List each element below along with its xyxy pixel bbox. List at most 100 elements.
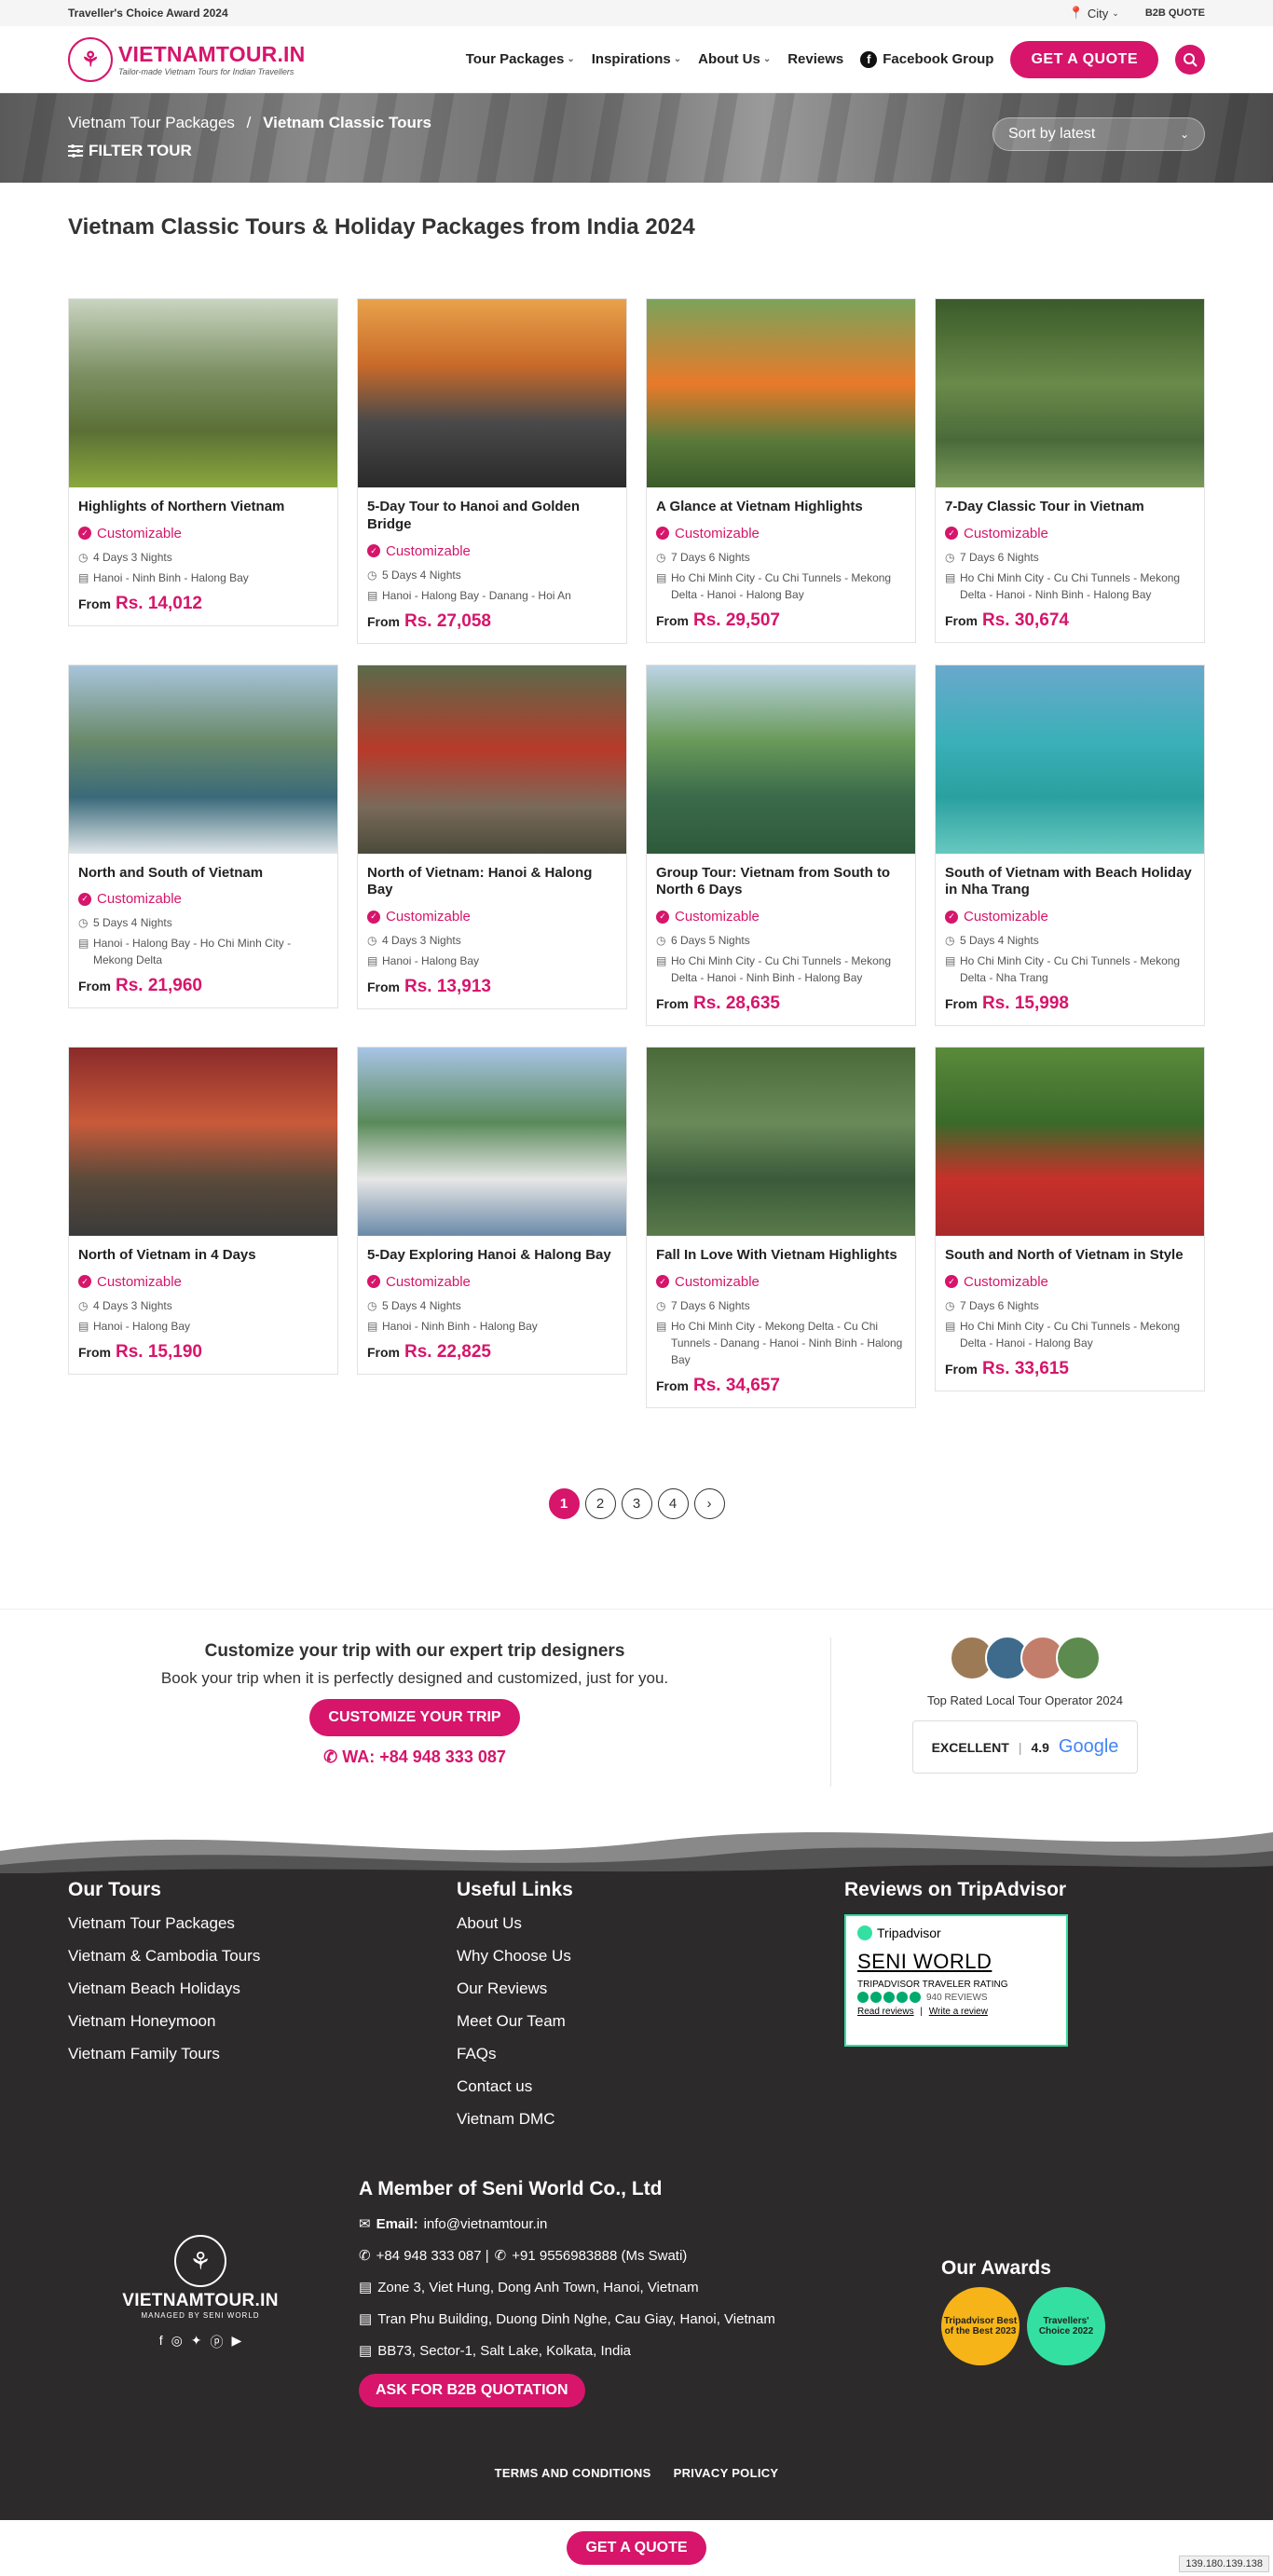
phone-link[interactable]: +84 948 333 087 | [376, 2248, 489, 2264]
email-link[interactable]: info@vietnamtour.in [424, 2216, 548, 2232]
instagram-icon[interactable]: ◎ [171, 2333, 183, 2351]
tour-image[interactable] [358, 299, 626, 487]
tour-image[interactable] [936, 1048, 1204, 1236]
tour-card[interactable]: 5-Day Exploring Hanoi & Halong Bay ✓ Cust… [357, 1047, 627, 1375]
tour-image[interactable] [69, 1048, 337, 1236]
footer-logo[interactable]: ⚘ VIETNAMTOUR.IN MANAGED BY SENI WORLD f… [107, 2235, 294, 2351]
tour-image[interactable] [647, 1048, 915, 1236]
tour-card[interactable]: Fall In Love With Vietnam Highlights ✓ Cu… [646, 1047, 916, 1408]
tour-name[interactable]: A Glance at Vietnam Highlights [656, 499, 906, 516]
footer-link[interactable]: Vietnam Honeymoon [68, 2012, 260, 2031]
tripadvisor-owl-icon [857, 1925, 872, 1940]
page-3-button[interactable]: 3 [621, 1488, 652, 1519]
nav-facebook-group[interactable]: f Facebook Group [860, 50, 993, 68]
google-logo: Google [1058, 1736, 1119, 1757]
sort-select[interactable]: Sort by latest ⌄ [992, 117, 1205, 151]
tour-card[interactable]: South of Vietnam with Beach Holiday in N… [935, 664, 1205, 1026]
tour-card[interactable]: Group Tour: Vietnam from South to North … [646, 664, 916, 1026]
google-rating-badge[interactable]: EXCELLENT | 4.9 Google [911, 1720, 1139, 1774]
tour-image[interactable] [358, 1048, 626, 1236]
social-links: f ◎ ✦ ⓟ ▶ [107, 2333, 294, 2351]
chevron-down-icon: ⌄ [1112, 7, 1119, 18]
read-reviews-link[interactable]: Read reviews [857, 2007, 914, 2017]
tour-card[interactable]: 7-Day Classic Tour in Vietnam ✓ Customiza… [935, 298, 1205, 643]
tour-name[interactable]: North and South of Vietnam [78, 865, 328, 883]
pinterest-icon[interactable]: ⓟ [211, 2333, 224, 2351]
footer-link[interactable]: Vietnam DMC [457, 2110, 573, 2129]
twitter-icon[interactable]: ✦ [191, 2333, 202, 2351]
tour-name[interactable]: Fall In Love With Vietnam Highlights [656, 1247, 906, 1265]
page-4-button[interactable]: 4 [657, 1488, 689, 1519]
terms-link[interactable]: TERMS AND CONDITIONS [495, 2466, 651, 2480]
page-1-button[interactable]: 1 [548, 1488, 580, 1519]
footer-link[interactable]: Why Choose Us [457, 1947, 573, 1966]
tripadvisor-widget[interactable]: Tripadvisor SENI WORLD TRIPADVISOR TRAVE… [844, 1914, 1068, 2047]
tour-route: ▤ Hanoi - Halong Bay - Danang - Hoi An [367, 588, 571, 602]
nav-inspirations[interactable]: Inspirations ⌄ [592, 51, 681, 67]
bottom-get-quote-button[interactable]: GET A QUOTE [567, 2531, 706, 2565]
customizable-badge: ✓ Customizable [367, 543, 617, 559]
b2b-quotation-button[interactable]: ASK FOR B2B QUOTATION [359, 2374, 585, 2407]
tour-card[interactable]: Highlights of Northern Vietnam ✓ Customiz… [68, 298, 338, 626]
customize-trip-button[interactable]: CUSTOMIZE YOUR TRIP [309, 1699, 520, 1736]
tour-image[interactable] [69, 299, 337, 487]
tour-image[interactable] [69, 665, 337, 854]
tour-card[interactable]: North of Vietnam: Hanoi & Halong Bay ✓ Cu… [357, 664, 627, 1009]
breadcrumb-parent[interactable]: Vietnam Tour Packages [68, 114, 235, 131]
tour-image[interactable] [936, 665, 1204, 854]
write-review-link[interactable]: Write a review [929, 2007, 988, 2017]
tour-image[interactable] [647, 665, 915, 854]
tour-name[interactable]: North of Vietnam in 4 Days [78, 1247, 328, 1265]
tour-name[interactable]: North of Vietnam: Hanoi & Halong Bay [367, 865, 617, 900]
footer-tours-title: Our Tours [68, 1879, 161, 1900]
nav-tour-packages[interactable]: Tour Packages ⌄ [466, 51, 575, 67]
tour-card[interactable]: A Glance at Vietnam Highlights ✓ Customiz… [646, 298, 916, 643]
footer-link[interactable]: Our Reviews [457, 1980, 573, 1998]
tour-card[interactable]: North of Vietnam in 4 Days ✓ Customizable… [68, 1047, 338, 1375]
phone-link-india[interactable]: +91 9556983888 (Ms Swati) [512, 2248, 687, 2264]
tour-duration: ◷ 5 Days 4 Nights [78, 916, 172, 930]
youtube-icon[interactable]: ▶ [232, 2333, 242, 2351]
page-2-button[interactable]: 2 [584, 1488, 616, 1519]
tour-name[interactable]: 5-Day Exploring Hanoi & Halong Bay [367, 1247, 617, 1265]
get-quote-button[interactable]: GET A QUOTE [1010, 40, 1158, 78]
footer-link[interactable]: Contact us [457, 2077, 573, 2096]
tripadvisor-business-name[interactable]: SENI WORLD [857, 1950, 1055, 1974]
site-logo[interactable]: ⚘ VIETNAMTOUR.IN Tailor-made Vietnam Tou… [68, 36, 305, 82]
tour-image[interactable] [647, 299, 915, 487]
tour-image[interactable] [936, 299, 1204, 487]
nav-reviews[interactable]: Reviews [787, 51, 843, 67]
tour-price: From Rs. 33,615 [945, 1358, 1069, 1378]
tour-image[interactable] [358, 665, 626, 854]
tour-name[interactable]: 7-Day Classic Tour in Vietnam [945, 499, 1195, 516]
facebook-icon[interactable]: f [159, 2333, 163, 2351]
footer-link[interactable]: Vietnam Family Tours [68, 2045, 260, 2063]
footer-link[interactable]: Vietnam & Cambodia Tours [68, 1947, 260, 1966]
footer-link[interactable]: Vietnam Tour Packages [68, 1914, 260, 1933]
footer-link[interactable]: Meet Our Team [457, 2012, 573, 2031]
tour-name[interactable]: Group Tour: Vietnam from South to North … [656, 865, 906, 900]
privacy-link[interactable]: PRIVACY POLICY [674, 2466, 779, 2480]
whatsapp-link[interactable]: ✆ WA: +84 948 333 087 [0, 1747, 829, 1767]
customize-cta-section: Customize your trip with our expert trip… [0, 1609, 1273, 1814]
next-page-button[interactable]: › [693, 1488, 725, 1519]
tour-name[interactable]: South and North of Vietnam in Style [945, 1247, 1195, 1265]
footer-link[interactable]: FAQs [457, 2045, 573, 2063]
footer-link[interactable]: About Us [457, 1914, 573, 1933]
city-selector[interactable]: 📍 City ⌄ [1069, 6, 1119, 21]
filter-tour-button[interactable]: FILTER TOUR [68, 142, 192, 160]
footer-link[interactable]: Vietnam Beach Holidays [68, 1980, 260, 1998]
map-icon: ▤ [656, 954, 667, 967]
tour-name[interactable]: Highlights of Northern Vietnam [78, 499, 328, 516]
address-hanoi-1: Zone 3, Viet Hung, Dong Anh Town, Hanoi,… [377, 2279, 699, 2295]
search-button[interactable] [1175, 44, 1205, 75]
b2b-quote-link[interactable]: B2B QUOTE [1145, 7, 1205, 19]
tour-name[interactable]: South of Vietnam with Beach Holiday in N… [945, 865, 1195, 900]
customizable-badge: ✓ Customizable [78, 1274, 328, 1290]
nav-about-us[interactable]: About Us ⌄ [698, 51, 771, 67]
tour-name[interactable]: 5-Day Tour to Hanoi and Golden Bridge [367, 499, 617, 534]
tour-card[interactable]: South and North of Vietnam in Style ✓ Cus… [935, 1047, 1205, 1391]
check-badge-icon: ✓ [78, 527, 91, 541]
tour-card[interactable]: North and South of Vietnam ✓ Customizable… [68, 664, 338, 1009]
tour-card[interactable]: 5-Day Tour to Hanoi and Golden Bridge ✓ C… [357, 298, 627, 644]
